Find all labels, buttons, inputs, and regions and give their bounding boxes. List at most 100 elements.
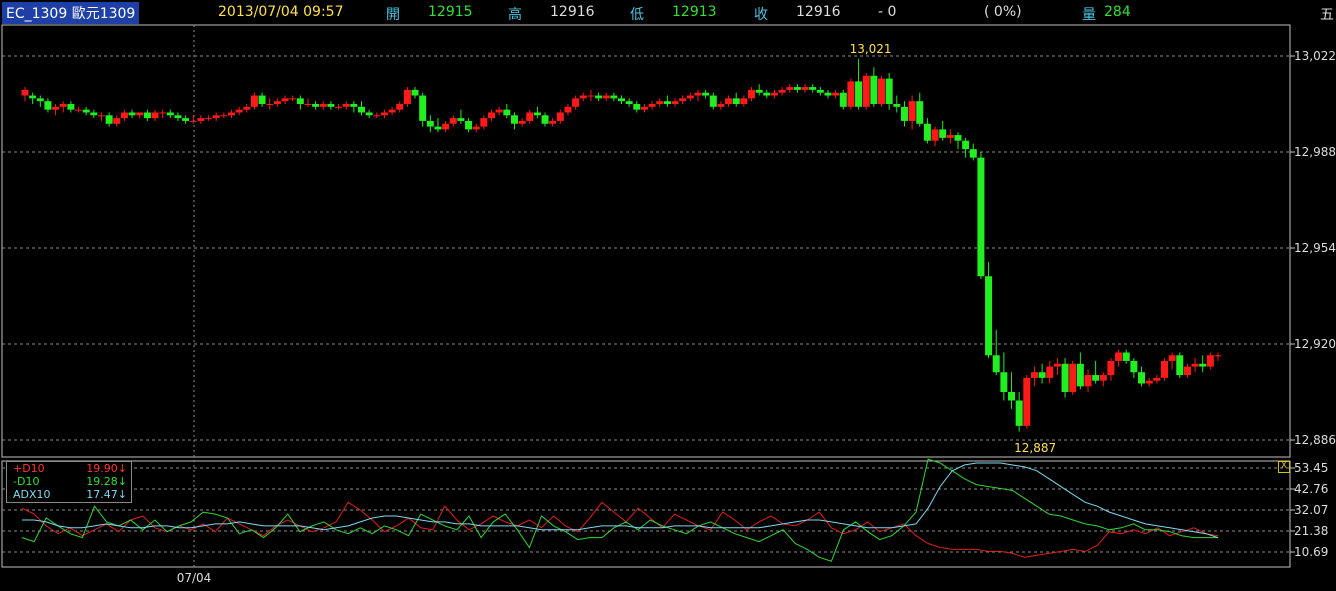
candle-body [763,92,771,96]
low-annotation: 12,887 [1014,441,1056,455]
candle-body [342,104,350,107]
candle-body [518,120,526,124]
candle-body [686,95,694,99]
candle-body [357,106,365,113]
candle-body [824,92,832,96]
candle-body [1183,366,1191,376]
candle-body [847,81,855,107]
price-tick-label: 12,954 [1294,241,1336,255]
candle-body [985,276,993,356]
candle-body [159,112,167,114]
chart-canvas[interactable]: 13,022 12,988 12,954 12,920 12,886 53.45 42.76… [0,0,1336,591]
candle-body [602,95,610,99]
candle-body [235,109,243,113]
candle-body [954,135,962,141]
candle-body [105,115,113,124]
candle-body [312,104,320,107]
candle-body [1153,377,1161,381]
high-annotation: 13,021 [850,42,892,56]
candle-body [503,109,511,116]
candle-body [465,120,473,130]
candle-body [946,135,954,138]
candle-body [1145,380,1153,384]
candle-body [426,120,434,127]
candle-body [1206,355,1214,367]
candle-body [1038,372,1046,378]
legend-plus-di: +D10 19.90↓ [7,462,131,475]
candle-body [595,95,603,99]
indicator-legend[interactable]: +D10 19.90↓ -D10 19.28↓ ADX10 17.47↓ [6,461,132,503]
candle-body [487,112,495,119]
close-indicator-button[interactable]: X [1278,461,1290,473]
indicator-tick-label: 53.45 [1294,461,1328,475]
candle-body [296,98,304,104]
candle-body [327,104,335,107]
date-tick-label: 07/04 [177,571,212,585]
candle-body [1122,352,1130,361]
candle-body [809,87,817,90]
candle-body [182,118,190,121]
candle-body [220,115,228,117]
candle-body [243,106,251,110]
candle-body [411,89,419,96]
price-tick-label: 12,886 [1294,433,1336,447]
candle-body [457,118,465,121]
candle-body [1115,352,1123,361]
candle-body [694,92,702,96]
series-line-d10 [21,501,1219,558]
candle-body [526,112,534,121]
candle-body [113,118,121,124]
candle-body [740,98,748,104]
candle-body [1015,400,1023,426]
candle-body [564,106,572,113]
candlestick-series [21,58,1222,432]
candle-body [304,104,312,105]
candle-body [151,112,159,119]
candle-body [801,87,809,90]
candle-body [992,355,1000,373]
candle-body [82,109,90,113]
candle-body [962,140,970,150]
candle-body [434,126,442,130]
candle-body [755,89,763,93]
series-line-adx10 [22,462,1219,539]
candle-body [633,104,641,110]
price-tick-label: 13,022 [1294,49,1336,63]
candle-body [365,112,373,116]
candle-body [618,98,625,102]
candle-body [319,104,327,107]
price-panel-frame [1,24,1291,458]
candle-body [1191,363,1199,367]
candle-body [709,95,717,107]
price-tick-label: 12,988 [1294,145,1336,159]
candle-body [67,104,75,110]
legend-plus-di-name: +D10 [13,462,45,475]
candle-body [1008,392,1016,401]
candle-body [855,81,863,107]
candle-body [205,118,213,120]
candle-body [59,104,67,107]
candle-body [900,106,908,121]
candle-body [1084,375,1092,387]
candle-body [748,89,756,99]
candle-body [396,104,404,110]
candle-body [1160,360,1168,378]
candle-body [227,112,235,116]
candle-body [893,104,901,107]
candle-body [832,92,840,96]
candle-body [793,87,801,90]
candle-body [977,157,985,277]
candle-body [556,112,564,121]
candle-body [717,104,725,107]
candle-body [702,92,710,96]
candle-body [97,115,105,117]
candle-body [923,123,931,141]
candle-body [656,101,664,104]
candle-body [931,129,939,141]
candle-body [862,75,870,107]
candle-body [120,112,128,119]
candle-body [90,112,98,116]
candle-body [870,75,878,104]
candle-body [442,123,450,130]
grid-lines [1,24,1295,568]
